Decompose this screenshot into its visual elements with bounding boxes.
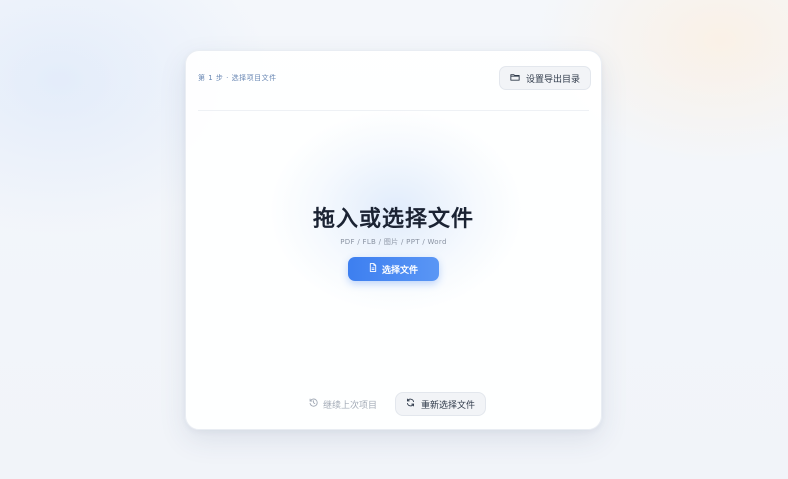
file-icon xyxy=(369,263,377,275)
import-card: 第 1 步 · 选择项目文件 设置导出目录 拖入或选择文件 PDF / FLB … xyxy=(185,50,602,430)
folder-icon xyxy=(510,72,520,85)
choose-file-label: 选择文件 xyxy=(381,265,418,276)
continue-last-project-label: 继续上次项目 xyxy=(322,400,377,411)
supported-formats: PDF / FLB / 图片 / PPT / Word xyxy=(340,238,447,246)
continue-last-project-button[interactable]: 继续上次项目 xyxy=(309,398,377,411)
choose-file-button[interactable]: 选择文件 xyxy=(348,257,439,281)
set-export-dir-button[interactable]: 设置导出目录 xyxy=(498,66,591,90)
set-export-dir-label: 设置导出目录 xyxy=(525,74,580,85)
reselect-file-label: 重新选择文件 xyxy=(421,400,476,411)
step-label: 第 1 步 · 选择项目文件 xyxy=(198,74,277,82)
refresh-icon xyxy=(406,398,415,410)
dropzone-title: 拖入或选择文件 xyxy=(312,207,474,232)
card-header: 第 1 步 · 选择项目文件 设置导出目录 xyxy=(198,64,591,111)
reselect-file-button[interactable]: 重新选择文件 xyxy=(395,392,487,416)
card-footer: 继续上次项目 重新选择文件 xyxy=(186,392,601,416)
history-icon xyxy=(309,398,318,410)
